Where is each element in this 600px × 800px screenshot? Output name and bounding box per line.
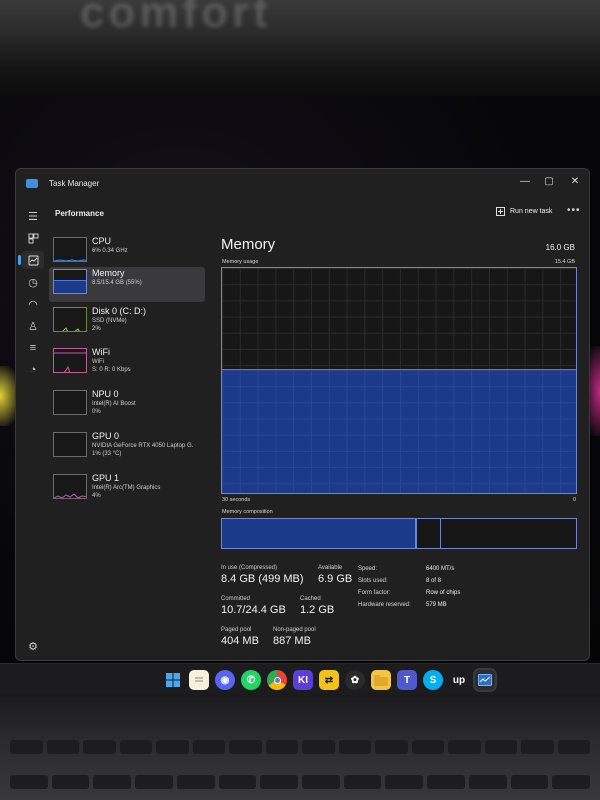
stat-cached: Cached 1.2 GB xyxy=(300,596,335,616)
detail-value: 579 MB xyxy=(426,602,447,608)
device-name: CPU xyxy=(92,236,112,246)
gpu0-thumbnail-graph xyxy=(53,432,87,457)
app-history-icon[interactable]: ◷ xyxy=(22,273,44,291)
detail-label: Form factor: xyxy=(358,590,391,596)
stat-non-paged-pool: Non-paged pool 887 MB xyxy=(273,627,316,647)
device-detail-2: 0% xyxy=(92,409,101,415)
memory-composition-bar xyxy=(221,518,577,549)
detail-value: 6400 MT/s xyxy=(426,566,455,572)
laptop-keyboard xyxy=(0,695,600,800)
device-detail-2: 1% (33 °C) xyxy=(92,451,122,457)
device-detail-2: S: 0 R: 0 Kbps xyxy=(92,367,131,373)
performance-icon[interactable] xyxy=(18,251,44,269)
close-button[interactable]: ✕ xyxy=(564,173,586,191)
device-detail: SSD (NVMe) xyxy=(92,318,127,324)
discord-icon[interactable]: ◉ xyxy=(215,670,235,690)
stat-available: Available 6.9 GB xyxy=(318,565,353,585)
device-item-gpu-0[interactable]: GPU 0 NVIDIA GeForce RTX 4050 Laptop G. … xyxy=(49,430,205,465)
run-task-icon xyxy=(496,207,505,216)
composition-modified xyxy=(417,519,442,548)
disk-thumbnail-graph xyxy=(53,307,87,332)
gpu1-thumbnail-graph xyxy=(53,474,87,499)
device-detail: 8.5/15.4 GB (55%) xyxy=(92,280,142,286)
device-detail: Intel(R) Arc(TM) Graphics xyxy=(92,485,161,491)
task-manager-window: Task Manager — ▢ ✕ ☰ ◷ ◠ ♙ ≡ ◔ ⚙ Perform… xyxy=(15,168,590,661)
device-item-memory[interactable]: Memory 8.5/15.4 GB (55%) xyxy=(49,267,205,302)
device-detail-2: 2% xyxy=(92,326,101,332)
ki-icon[interactable]: KI xyxy=(293,670,313,690)
detail-label: Slots used: xyxy=(358,578,388,584)
monitor-top-bezel: comfort xyxy=(0,0,600,96)
processes-icon[interactable] xyxy=(22,229,44,247)
run-new-task-button[interactable]: Run new task xyxy=(496,207,552,216)
title-bar[interactable]: Task Manager — ▢ ✕ xyxy=(16,169,589,197)
teams-icon[interactable]: T xyxy=(397,670,417,690)
device-name: GPU 0 xyxy=(92,431,120,441)
memory-usage-fill xyxy=(222,369,576,493)
stat-paged-pool: Paged pool 404 MB xyxy=(221,627,259,647)
task-manager-app-icon xyxy=(26,179,38,188)
wifi-thumbnail-graph xyxy=(53,348,87,373)
device-name: NPU 0 xyxy=(92,389,119,399)
minimize-button[interactable]: — xyxy=(514,173,536,191)
background-blurred-text: comfort xyxy=(80,0,272,37)
navigation-rail: ☰ ◷ ◠ ♙ ≡ ◔ ⚙ xyxy=(16,197,48,660)
memory-composition-label: Memory composition xyxy=(222,509,273,515)
device-item-cpu[interactable]: CPU 6% 0.34 GHz xyxy=(49,235,205,270)
cpu-thumbnail-graph xyxy=(53,237,87,262)
device-item-wifi[interactable]: WiFi WiFi S: 0 R: 0 Kbps xyxy=(49,346,205,381)
device-item-gpu-1[interactable]: GPU 1 Intel(R) Arc(TM) Graphics 4% xyxy=(49,472,205,507)
device-name: WiFi xyxy=(92,347,110,357)
stat-in-use: In use (Compressed) 8.4 GB (499 MB) xyxy=(221,565,304,585)
memory-thumbnail-graph xyxy=(53,269,87,294)
users-icon[interactable]: ♙ xyxy=(22,317,44,335)
device-name: Disk 0 (C: D:) xyxy=(92,306,146,316)
composition-in-use xyxy=(222,519,417,548)
services-icon[interactable]: ◔ xyxy=(22,361,44,379)
whatsapp-icon[interactable]: ✆ xyxy=(241,670,261,690)
skype-icon[interactable]: S xyxy=(423,670,443,690)
device-item-npu[interactable]: NPU 0 Intel(R) AI Boost 0% xyxy=(49,388,205,423)
chatgpt-icon[interactable]: ✿ xyxy=(345,670,365,690)
memory-usage-max: 15.4 GB xyxy=(554,259,575,265)
device-detail: 6% 0.34 GHz xyxy=(92,248,128,254)
detail-value: 8 of 8 xyxy=(426,578,442,584)
upwork-icon[interactable]: up xyxy=(449,670,469,690)
task-manager-icon[interactable] xyxy=(473,668,497,692)
device-detail-2: 4% xyxy=(92,493,101,499)
notepad-icon[interactable] xyxy=(189,670,209,690)
taskbar: ◉ ✆ KI ⇄ ✿ T S up xyxy=(0,663,600,695)
detail-label: Hardware reserved: xyxy=(358,602,411,608)
file-explorer-icon[interactable] xyxy=(371,670,391,690)
page-title: Performance xyxy=(55,209,104,218)
memory-heading: Memory xyxy=(221,236,276,253)
maximize-button[interactable]: ▢ xyxy=(538,173,560,191)
memory-usage-graph xyxy=(221,267,577,494)
run-new-task-label: Run new task xyxy=(510,208,553,215)
dev-icon[interactable]: ⇄ xyxy=(319,670,339,690)
startup-apps-icon[interactable]: ◠ xyxy=(22,295,44,313)
chrome-icon[interactable] xyxy=(267,670,287,690)
graph-time-end: 0 xyxy=(572,497,576,503)
more-options-button[interactable]: ••• xyxy=(567,205,581,216)
window-title: Task Manager xyxy=(49,179,100,188)
windows-icon[interactable] xyxy=(163,670,183,690)
detail-label: Speed: xyxy=(358,566,378,572)
details-icon[interactable]: ≡ xyxy=(22,339,44,357)
detail-value: Row of chips xyxy=(426,590,461,596)
device-name: Memory xyxy=(92,268,125,278)
device-item-disk[interactable]: Disk 0 (C: D:) SSD (NVMe) 2% xyxy=(49,305,205,340)
settings-gear-icon[interactable]: ⚙ xyxy=(22,637,44,655)
hamburger-menu-icon[interactable]: ☰ xyxy=(22,207,44,225)
device-detail: WiFi xyxy=(92,359,104,365)
device-detail: NVIDIA GeForce RTX 4050 Laptop G. xyxy=(92,443,194,449)
memory-usage-label: Memory usage xyxy=(222,259,259,265)
stat-committed: Committed 10.7/24.4 GB xyxy=(221,596,286,616)
npu-thumbnail-graph xyxy=(53,390,87,415)
device-detail: Intel(R) AI Boost xyxy=(92,401,136,407)
graph-time-span: 30 seconds xyxy=(222,497,251,503)
memory-total: 16.0 GB xyxy=(545,243,575,252)
device-name: GPU 1 xyxy=(92,473,120,483)
